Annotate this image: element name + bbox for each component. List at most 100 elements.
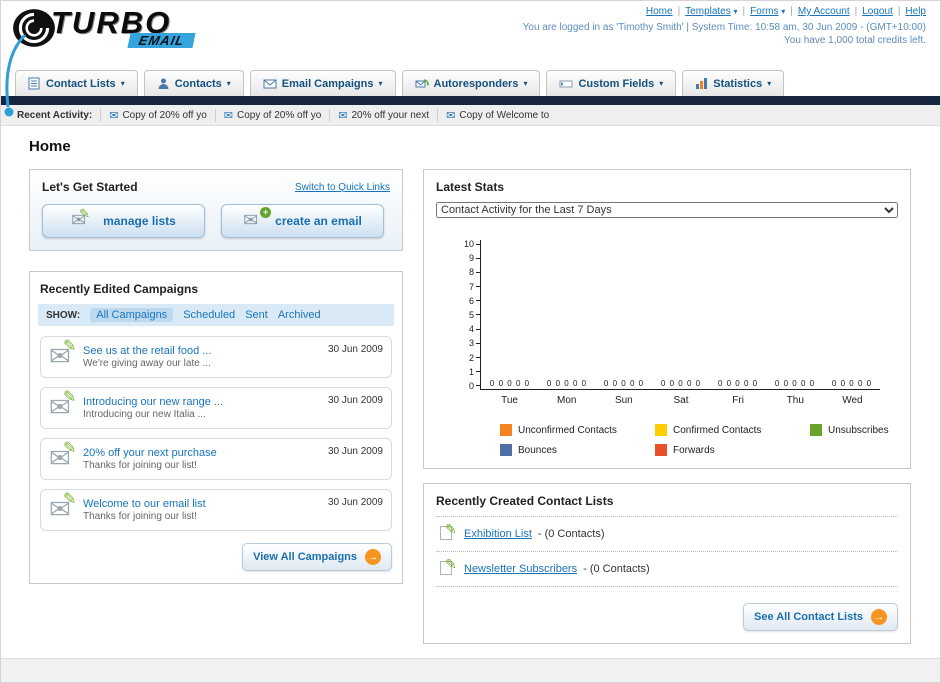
see-all-contact-lists-button[interactable]: See All Contact Lists → — [742, 603, 898, 631]
chart-zero-values: 0 0 0 0 0 — [489, 379, 530, 388]
campaign-row[interactable]: ✉ ✎ Welcome to our email list Thanks for j… — [40, 489, 392, 531]
chevron-down-icon: ▾ — [120, 79, 125, 88]
get-started-title: Let's Get Started — [42, 180, 138, 194]
chart-y-axis: 10 9 8 7 6 5 4 3 2 1 0 — [454, 239, 480, 391]
campaign-filter-bar: SHOW: All Campaigns Scheduled Sent Archi… — [38, 304, 394, 326]
right-column: Latest Stats Contact Activity for the La… — [423, 169, 911, 644]
filter-archived[interactable]: Archived — [278, 309, 321, 321]
email-campaigns-icon — [263, 79, 277, 88]
campaign-envelope-pencil-icon: ✉ ✎ — [49, 338, 77, 371]
legend-item: Confirmed Contacts — [655, 424, 810, 436]
envelope-icon: ✉ — [223, 109, 233, 122]
campaign-date: 30 Jun 2009 — [327, 497, 383, 508]
tab-contact-lists[interactable]: Contact Lists ▾ — [15, 70, 138, 96]
arrow-right-icon: → — [365, 549, 381, 565]
recent-activity-item[interactable]: ✉ Copy of Welcome to — [437, 108, 557, 122]
switch-quick-links-link[interactable]: Switch to Quick Links — [295, 182, 390, 193]
login-status-text: You are logged in as 'Timothy Smith' | S… — [522, 22, 926, 33]
campaign-subtitle: Thanks for joining our list! — [83, 511, 197, 522]
legend-swatch-forwards — [655, 444, 667, 456]
chart-plot-area: 0 0 0 0 0 0 0 0 0 0 0 0 0 0 0 0 0 0 0 0 … — [480, 240, 880, 390]
filter-sent[interactable]: Sent — [245, 309, 268, 321]
campaign-title-link[interactable]: 20% off your next purchase — [83, 447, 328, 459]
create-email-button[interactable]: ✉ + create an email — [221, 204, 384, 238]
contact-list-count: - (0 Contacts) — [583, 563, 650, 575]
contacts-icon — [158, 78, 169, 89]
recent-activity-item[interactable]: ✉ 20% off your next — [329, 108, 437, 122]
campaign-row[interactable]: ✉ ✎ See us at the retail food ... We're gi… — [40, 336, 392, 378]
app-logo: TURBO EMAIL — [11, 5, 197, 51]
campaign-title-link[interactable]: Welcome to our email list — [83, 498, 328, 510]
top-link-my-account[interactable]: My Account — [798, 6, 850, 17]
tab-label: Contact Lists — [46, 77, 116, 90]
manage-lists-icon: ✉ ✎ — [71, 206, 91, 230]
envelope-icon: ✉ — [109, 109, 119, 122]
campaign-list: ✉ ✎ See us at the retail food ... We're gi… — [40, 336, 392, 531]
nav-divider-bar — [1, 96, 940, 105]
tab-label: Email Campaigns — [281, 77, 374, 90]
campaign-envelope-pencil-icon: ✉ ✎ — [49, 491, 77, 524]
campaign-title-link[interactable]: Introducing our new range ... — [83, 396, 328, 408]
tab-label: Custom Fields — [578, 77, 655, 90]
campaign-date: 30 Jun 2009 — [327, 395, 383, 406]
top-link-forms[interactable]: Forms — [750, 6, 778, 17]
campaign-title-link[interactable]: See us at the retail food ... — [83, 345, 328, 357]
top-link-help[interactable]: Help — [905, 6, 926, 17]
chart-zero-values: 0 0 0 0 0 — [660, 379, 701, 388]
pencil-page-icon: ✎ — [438, 521, 458, 543]
view-all-campaigns-label: View All Campaigns — [253, 551, 357, 563]
page-title: Home — [29, 138, 71, 155]
contact-list-link[interactable]: Newsletter Subscribers — [464, 563, 577, 575]
filter-scheduled[interactable]: Scheduled — [183, 309, 235, 321]
tab-custom-fields[interactable]: Custom Fields ▾ — [546, 70, 677, 96]
separator — [850, 6, 863, 17]
contact-list-row[interactable]: ✎ Exhibition List - (0 Contacts) — [436, 516, 898, 551]
create-email-label: create an email — [275, 214, 362, 228]
tab-label: Contacts — [174, 77, 222, 90]
pencil-page-icon: ✎ — [438, 556, 458, 578]
header: TURBO EMAIL HomeTemplates ▾Forms ▾My Acc… — [1, 1, 940, 63]
top-link-logout[interactable]: Logout — [862, 6, 893, 17]
recent-activity-bar: Recent Activity: ✉ Copy of 20% off yo ✉ Co… — [1, 105, 940, 126]
recent-activity-item[interactable]: ✉ Copy of 20% off yo — [214, 108, 330, 122]
tab-contacts[interactable]: Contacts ▾ — [143, 70, 244, 96]
latest-stats-title: Latest Stats — [436, 180, 505, 194]
get-started-panel: Let's Get Started Switch to Quick Links … — [29, 169, 403, 251]
chevron-down-icon: ▾ — [378, 79, 383, 88]
tab-autoresponders[interactable]: Autoresponders ▾ — [401, 70, 541, 96]
legend-swatch-bounces — [500, 444, 512, 456]
tab-statistics[interactable]: Statistics ▾ — [682, 70, 785, 96]
tab-email-campaigns[interactable]: Email Campaigns ▾ — [249, 70, 396, 96]
logo-swoosh-decoration — [4, 35, 27, 117]
separator — [673, 6, 686, 17]
app-window: TURBO EMAIL Home Templates ▾ Forms ▾ My Acc… — [0, 0, 941, 683]
chart-legend: Unconfirmed Contacts Confirmed Contacts … — [500, 424, 898, 456]
main-nav: Contact Lists ▾ Contacts ▾ Email Campaig… — [1, 63, 940, 96]
create-email-icon: ✉ + — [243, 207, 272, 230]
campaign-subtitle: We're giving away our late ... — [83, 358, 211, 369]
top-link-templates[interactable]: Templates — [685, 6, 731, 17]
campaign-row[interactable]: ✉ ✎ Introducing our new range ... Introduc… — [40, 387, 392, 429]
top-link-home[interactable]: Home — [646, 6, 673, 17]
latest-stats-panel: Latest Stats Contact Activity for the La… — [423, 169, 911, 469]
legend-swatch-unconfirmed — [500, 424, 512, 436]
show-label: SHOW: — [46, 309, 81, 321]
separator — [738, 6, 751, 17]
chevron-down-icon: ▾ — [733, 7, 738, 16]
view-all-campaigns-button[interactable]: View All Campaigns → — [242, 543, 392, 571]
legend-item: Unconfirmed Contacts — [500, 424, 655, 436]
tab-label: Autoresponders — [433, 77, 519, 90]
legend-item: Unsubscribes — [810, 424, 940, 436]
recent-activity-item[interactable]: ✉ Copy of 20% off yo — [100, 108, 215, 122]
filter-all-campaigns[interactable]: All Campaigns — [90, 308, 174, 322]
contact-list-row[interactable]: ✎ Newsletter Subscribers - (0 Contacts) — [436, 551, 898, 587]
contact-list-link[interactable]: Exhibition List — [464, 528, 532, 540]
header-right: HomeTemplates ▾Forms ▾My AccountLogoutHe… — [523, 6, 926, 46]
arrow-right-icon: → — [871, 609, 887, 625]
stats-period-dropdown[interactable]: Contact Activity for the Last 7 Days — [436, 202, 898, 218]
main-content: Home Let's Get Started Switch to Quick L… — [1, 126, 940, 644]
campaign-row[interactable]: ✉ ✎ 20% off your next purchase Thanks for … — [40, 438, 392, 480]
recent-activity-item-label: Copy of 20% off yo — [122, 109, 207, 121]
contact-activity-chart: 10 9 8 7 6 5 4 3 2 1 0 0 0 0 0 0 0 0 0 0… — [436, 239, 898, 391]
manage-lists-button[interactable]: ✉ ✎ manage lists — [42, 204, 205, 238]
